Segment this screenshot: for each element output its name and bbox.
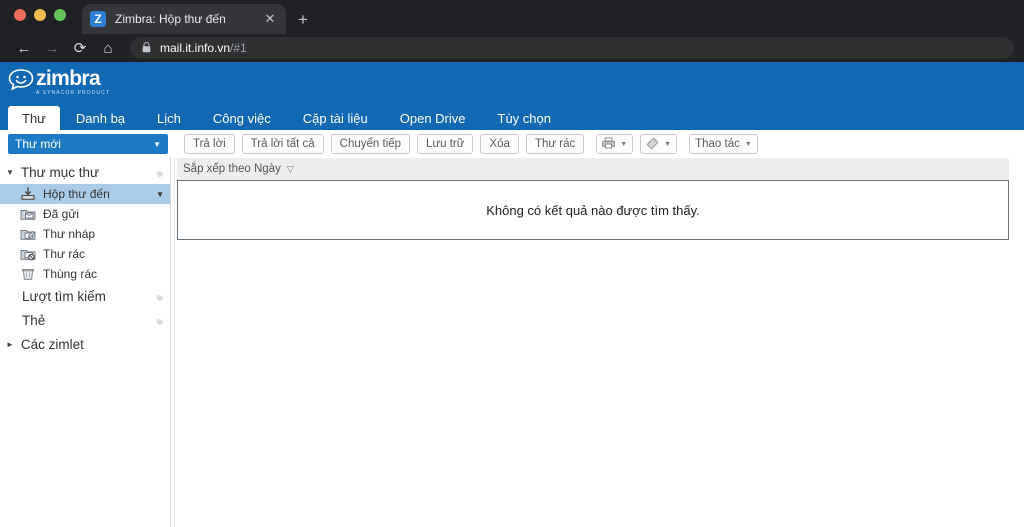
message-list: Không có kết quả nào được tìm thấy. (177, 180, 1009, 240)
zimbra-logo[interactable]: zimbra A SYNACOR PRODUCT (8, 69, 110, 96)
tab-briefcase[interactable]: Cặp tài liệu (287, 106, 384, 130)
junk-icon (20, 247, 36, 261)
tab-mail[interactable]: Thư (8, 106, 60, 130)
tab-calendar[interactable]: Lịch (141, 106, 197, 130)
junk-button[interactable]: Thư rác (526, 134, 584, 154)
sidebar-item-drafts[interactable]: Thư nháp (0, 224, 170, 244)
gear-icon[interactable] (153, 315, 164, 326)
app-tab-bar: Thư Danh bạ Lịch Công việc Cặp tài liệu … (0, 103, 1024, 130)
maximize-window-button[interactable] (54, 9, 66, 21)
chevron-down-icon: ▼ (153, 140, 161, 149)
address-bar[interactable]: mail.it.info.vn/#1 (130, 37, 1014, 59)
home-icon[interactable]: ⌂ (94, 40, 122, 57)
actions-button[interactable]: Thao tác ▼ (689, 134, 758, 154)
gear-icon[interactable] (153, 167, 164, 178)
address-bar-text: mail.it.info.vn/#1 (160, 41, 247, 55)
sidebar-mail-folders-header[interactable]: ▼ Thư mục thư (0, 160, 170, 184)
browser-tab-title: Zimbra: Hộp thư đến (115, 12, 262, 26)
sort-bar-label: Sắp xếp theo Ngày (183, 163, 281, 175)
compose-button-label: Thư mới (15, 137, 61, 151)
sidebar: ▼ Thư mục thư Hộp thư đến ▼ (0, 158, 170, 527)
tag-button[interactable]: ▼ (640, 134, 677, 154)
tab-contacts[interactable]: Danh bạ (60, 106, 141, 130)
browser-tabstrip: Z Zimbra: Hộp thư đến ✕ + (82, 4, 308, 34)
sort-bar[interactable]: Sắp xếp theo Ngày ▽ (177, 158, 1009, 180)
sidebar-item-junk-label: Thư rác (43, 247, 164, 261)
gear-icon[interactable] (153, 291, 164, 302)
tag-icon (646, 137, 659, 152)
actions-button-label: Thao tác (695, 138, 740, 150)
chevron-down-icon: ▼ (745, 141, 752, 148)
sidebar-mail-folders-label: Thư mục thư (21, 165, 153, 180)
forward-icon[interactable]: → (38, 40, 66, 57)
sidebar-item-sent-label: Đã gửi (43, 207, 164, 221)
sidebar-item-drafts-label: Thư nháp (43, 227, 164, 241)
sidebar-item-zimlets[interactable]: ► Các zimlet (0, 332, 170, 356)
sent-icon (20, 207, 36, 221)
zimbra-favicon-icon: Z (90, 11, 106, 27)
browser-navbar: ← → ⟳ ⌂ mail.it.info.vn/#1 (0, 34, 1024, 62)
sidebar-item-searches-label: Lượt tìm kiếm (22, 289, 153, 304)
sidebar-item-searches[interactable]: Lượt tìm kiếm (0, 284, 170, 308)
reload-icon[interactable]: ⟳ (66, 39, 94, 57)
chevron-down-icon: ▼ (664, 141, 671, 148)
sort-descending-icon: ▽ (287, 164, 294, 175)
message-list-pane: Sắp xếp theo Ngày ▽ Không có kết quả nào… (175, 158, 1024, 527)
browser-titlebar: Z Zimbra: Hộp thư đến ✕ + (0, 0, 1024, 34)
tab-open-drive[interactable]: Open Drive (384, 106, 482, 130)
compose-button[interactable]: Thư mới ▼ (8, 134, 168, 154)
forward-button[interactable]: Chuyển tiếp (331, 134, 410, 154)
sidebar-item-inbox-label: Hộp thư đến (43, 187, 156, 201)
inbox-icon (20, 187, 36, 201)
address-host: mail.it.info.vn (160, 41, 230, 55)
zimbra-wordmark: zimbra A SYNACOR PRODUCT (36, 69, 110, 96)
close-icon[interactable]: ✕ (262, 11, 278, 27)
sidebar-item-zimlets-label: Các zimlet (21, 337, 84, 352)
sidebar-item-tags[interactable]: Thẻ (0, 308, 170, 332)
sidebar-item-tags-label: Thẻ (22, 313, 153, 328)
trash-icon (20, 267, 36, 281)
sidebar-item-trash[interactable]: Thùng rác (0, 264, 170, 284)
reply-all-button[interactable]: Trả lời tất cả (242, 134, 324, 154)
chevron-down-icon[interactable]: ▼ (156, 190, 164, 199)
drafts-icon (20, 227, 36, 241)
sidebar-item-junk[interactable]: Thư rác (0, 244, 170, 264)
sidebar-item-sent[interactable]: Đã gửi (0, 204, 170, 224)
sidebar-item-trash-label: Thùng rác (43, 267, 164, 281)
zimbra-logo-word: zimbra (36, 69, 110, 89)
address-path: /#1 (230, 41, 247, 55)
close-window-button[interactable] (14, 9, 26, 21)
mail-toolbar: Thư mới ▼ Trả lời Trả lời tất cả Chuyển … (0, 130, 1024, 158)
browser-chrome: Z Zimbra: Hộp thư đến ✕ + ← → ⟳ ⌂ mail.i… (0, 0, 1024, 62)
printer-icon (602, 137, 615, 152)
zimbra-smiley-icon (8, 69, 34, 91)
tab-preferences[interactable]: Tùy chọn (482, 106, 567, 130)
browser-tab[interactable]: Z Zimbra: Hộp thư đến ✕ (82, 4, 286, 34)
zimbra-header: zimbra A SYNACOR PRODUCT (0, 62, 1024, 103)
zimbra-logo-tagline: A SYNACOR PRODUCT (36, 90, 110, 96)
chevron-down-icon: ▼ (620, 141, 627, 148)
delete-button[interactable]: Xóa (480, 134, 518, 154)
app-body: ▼ Thư mục thư Hộp thư đến ▼ (0, 158, 1024, 527)
lock-icon (142, 42, 151, 55)
minimize-window-button[interactable] (34, 9, 46, 21)
back-icon[interactable]: ← (10, 40, 38, 57)
tab-tasks[interactable]: Công việc (197, 106, 287, 130)
chevron-right-icon: ► (6, 340, 14, 349)
chevron-down-icon: ▼ (6, 168, 14, 177)
sidebar-item-inbox[interactable]: Hộp thư đến ▼ (0, 184, 170, 204)
window-controls (14, 9, 66, 21)
archive-button[interactable]: Lưu trữ (417, 134, 473, 154)
new-tab-button[interactable]: + (298, 10, 308, 30)
reply-button[interactable]: Trả lời (184, 134, 235, 154)
empty-state-message: Không có kết quả nào được tìm thấy. (486, 203, 700, 218)
print-button[interactable]: ▼ (596, 134, 633, 154)
